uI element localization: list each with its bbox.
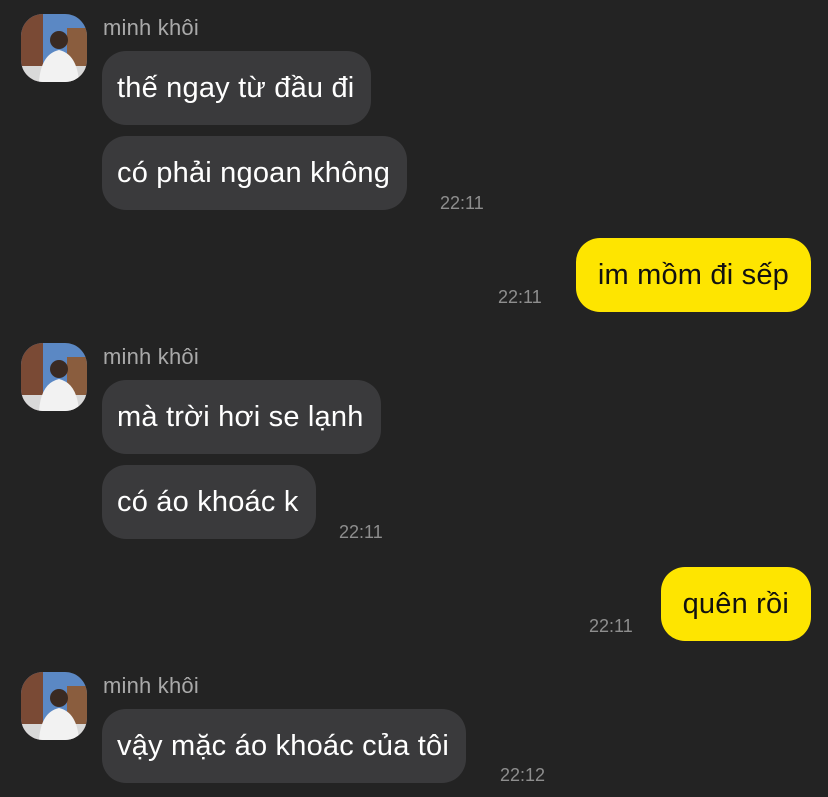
- avatar[interactable]: [21, 14, 87, 82]
- avatar[interactable]: [21, 672, 87, 740]
- message-timestamp: 22:11: [498, 287, 542, 307]
- profile-photo-icon: [21, 14, 87, 82]
- sender-name: minh khôi: [103, 344, 199, 369]
- sender-name: minh khôi: [103, 15, 199, 40]
- avatar[interactable]: [21, 343, 87, 411]
- incoming-message[interactable]: mà trời hơi se lạnh: [102, 380, 381, 454]
- message-timestamp: 22:11: [589, 616, 633, 636]
- incoming-message[interactable]: thế ngay từ đầu đi: [102, 51, 372, 125]
- profile-photo-icon: [21, 343, 87, 411]
- incoming-message[interactable]: có áo khoác k: [102, 465, 316, 539]
- sender-name: minh khôi: [103, 673, 199, 698]
- message-timestamp: 22:12: [500, 765, 546, 785]
- outgoing-message[interactable]: quên rồi: [660, 567, 811, 641]
- incoming-message[interactable]: có phải ngoan không: [102, 136, 408, 210]
- incoming-message[interactable]: vậy mặc áo khoác của tôi: [102, 709, 467, 783]
- outgoing-message[interactable]: im mồm đi sếp: [575, 238, 811, 312]
- profile-photo-icon: [21, 672, 87, 740]
- message-timestamp: 22:11: [339, 522, 383, 542]
- message-timestamp: 22:11: [440, 193, 484, 213]
